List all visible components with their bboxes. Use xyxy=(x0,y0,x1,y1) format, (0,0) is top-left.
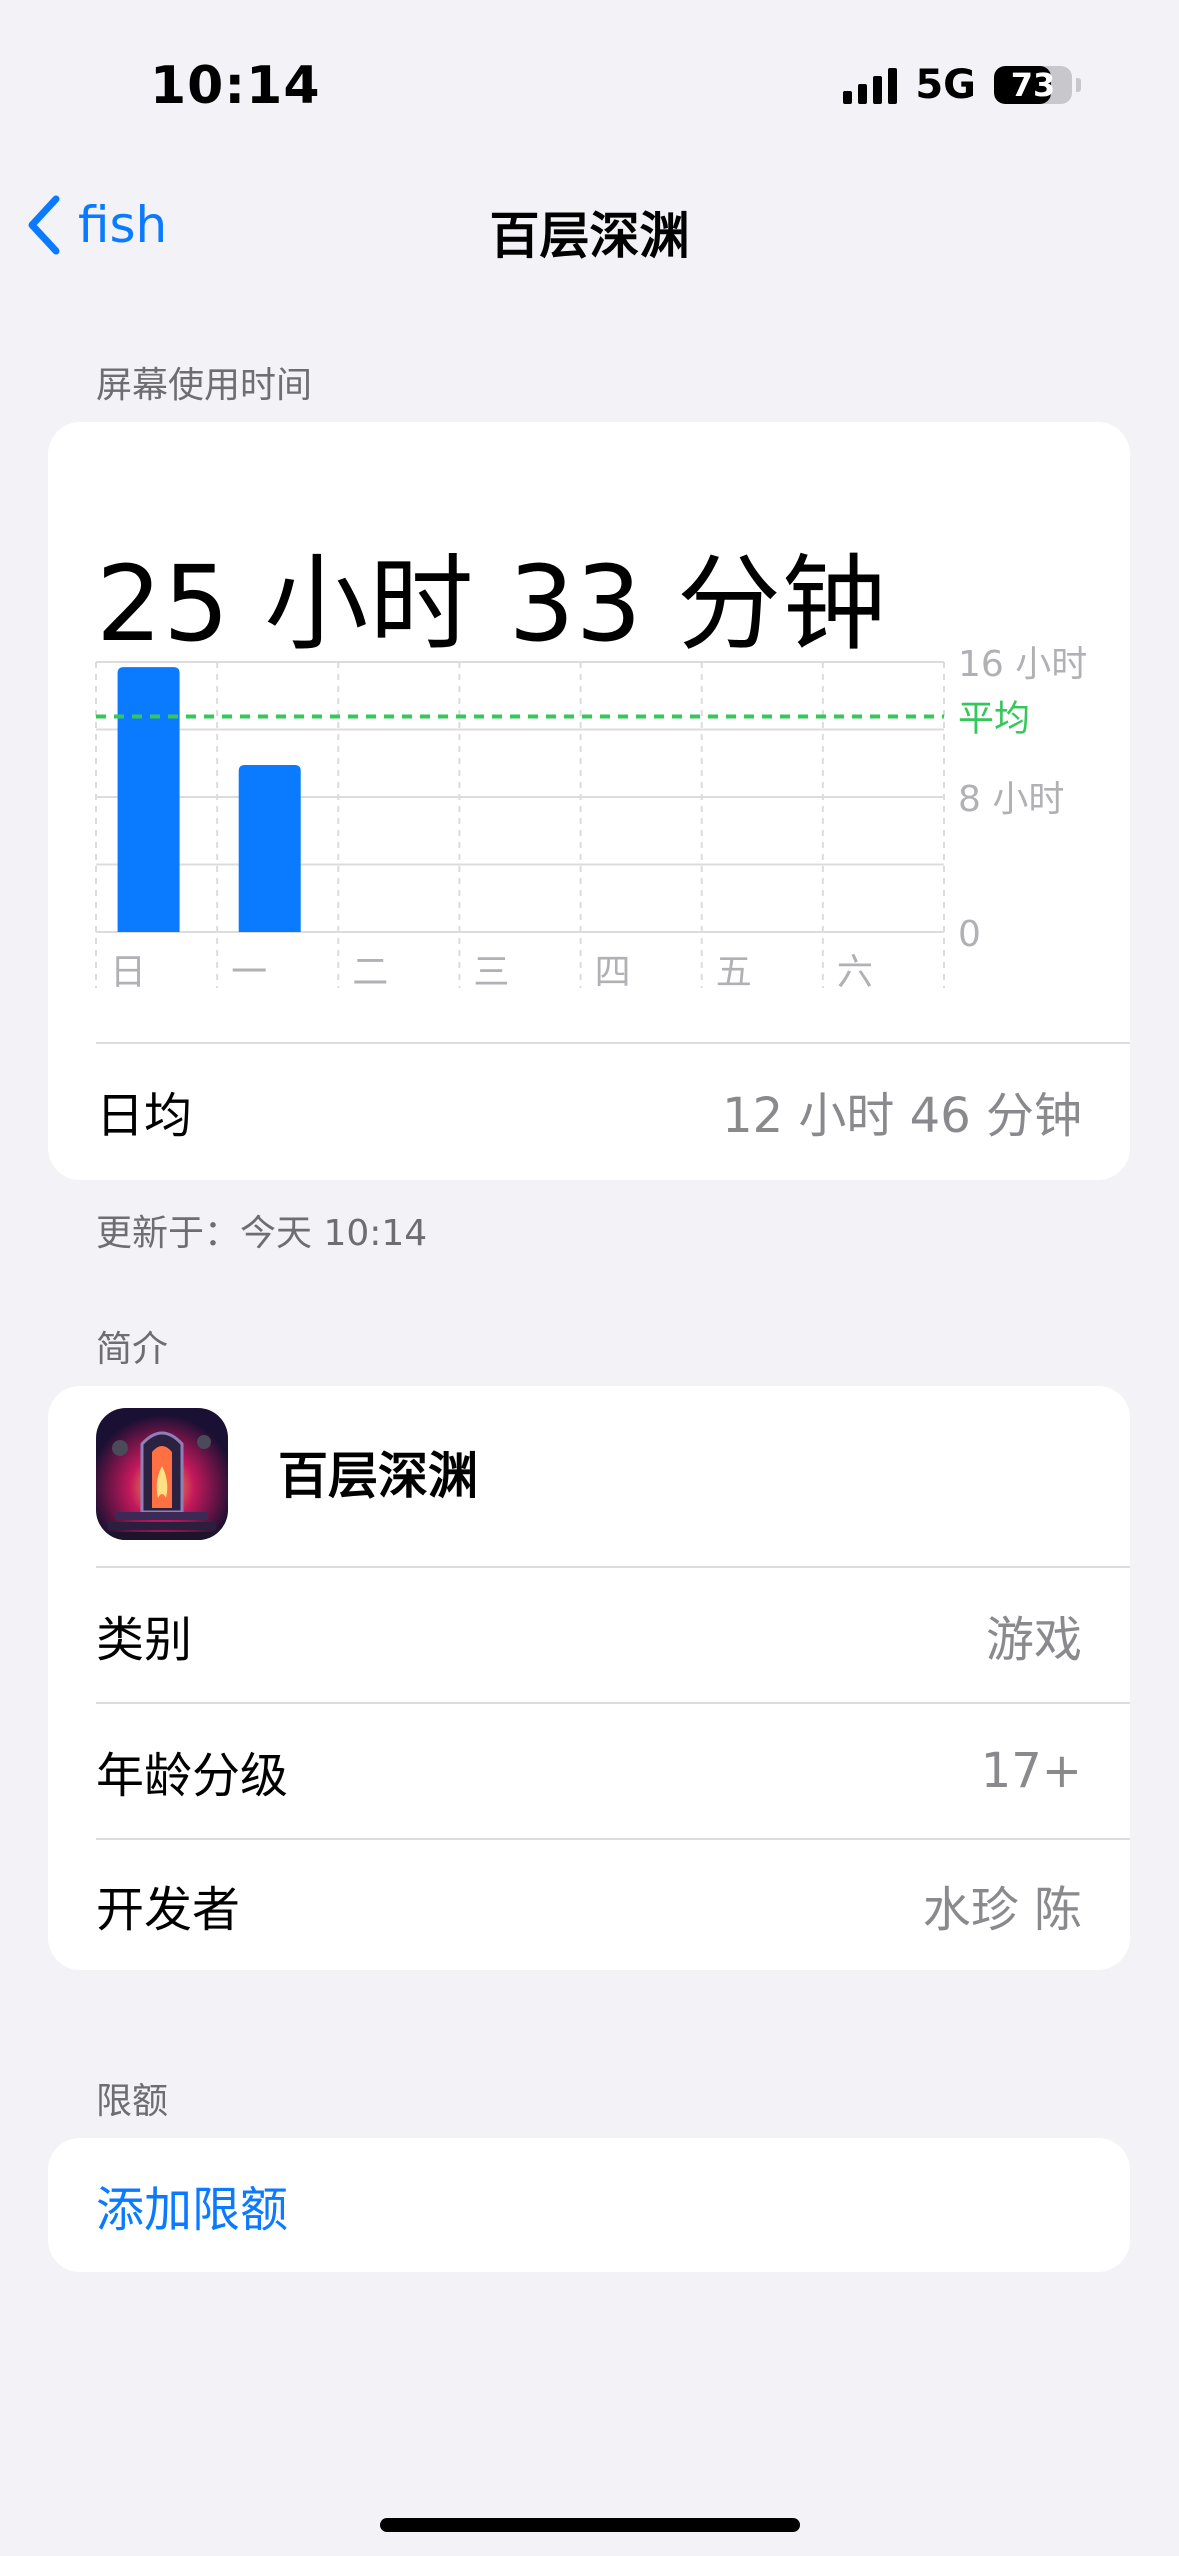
bar-1 xyxy=(238,764,301,932)
updated-time: 更新于：今天 10:14 xyxy=(96,1213,428,1254)
category-value: 游戏 xyxy=(985,1612,1082,1668)
screen-time-card: 25 小时 33 分钟 日一二三四五六 16 小时 8 小时 0 平均 日均 12 小时… xyxy=(48,422,1130,1180)
x-tick-label-2: 二 xyxy=(352,952,388,993)
app-name: 百层深渊 xyxy=(278,1447,478,1505)
cellular-signal-icon xyxy=(843,66,898,104)
intro-header: 简介 xyxy=(96,1329,169,1370)
developer-value: 水珍 陈 xyxy=(922,1882,1082,1938)
intro-card: 百层深渊 类别 游戏 年龄分级 17+ 开发者 水珍 陈 xyxy=(48,1386,1130,1970)
x-tick-label-1: 一 xyxy=(231,952,267,993)
x-tick-label-4: 四 xyxy=(595,952,631,993)
bar-0 xyxy=(117,667,180,932)
screen-time-header: 屏幕使用时间 xyxy=(96,365,313,406)
limits-card: 添加限额 xyxy=(48,2138,1130,2272)
y-tick-label-1: 8 小时 xyxy=(958,779,1064,820)
average-label: 平均 xyxy=(958,699,1030,740)
x-tick-label-0: 日 xyxy=(110,952,146,993)
developer-label: 开发者 xyxy=(96,1882,241,1938)
app-icon xyxy=(96,1408,228,1540)
daily-average-row: 日均 12 小时 46 分钟 xyxy=(96,1044,1130,1178)
x-tick-label-3: 三 xyxy=(473,952,509,993)
battery-icon: 73 xyxy=(994,66,1081,104)
battery-percentage: 73 xyxy=(1010,66,1056,104)
daily-average-value: 12 小时 46 分钟 xyxy=(722,1088,1082,1144)
add-limit-button[interactable]: 添加限额 xyxy=(96,2138,288,2272)
age-rating-label: 年龄分级 xyxy=(96,1748,289,1804)
status-indicators: 5G 73 xyxy=(843,62,1081,108)
x-tick-label-5: 五 xyxy=(716,952,752,993)
age-rating-value: 17+ xyxy=(980,1743,1082,1799)
x-tick-label-6: 六 xyxy=(837,952,873,993)
developer-row: 开发者 水珍 陈 xyxy=(96,1838,1130,1970)
y-tick-label-2: 0 xyxy=(958,914,981,955)
limits-header: 限额 xyxy=(96,2081,169,2122)
y-tick-label-0: 16 小时 xyxy=(958,644,1087,685)
daily-average-label: 日均 xyxy=(96,1088,193,1144)
age-rating-row: 年龄分级 17+ xyxy=(96,1704,1130,1838)
usage-bar-chart: 日 一 二 三 四 五 六 16 小时 8 小时 0 平均 xyxy=(95,644,1087,993)
home-indicator[interactable] xyxy=(380,2518,800,2532)
status-time: 10:14 xyxy=(150,56,321,116)
page-title: 百层深渊 xyxy=(489,207,690,265)
category-row: 类别 游戏 xyxy=(96,1568,1130,1702)
category-label: 类别 xyxy=(96,1612,193,1668)
network-type: 5G xyxy=(915,62,976,108)
